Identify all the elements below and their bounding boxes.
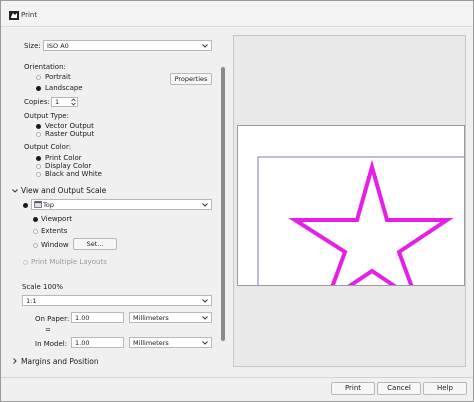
on-paper-label: On Paper: (35, 315, 70, 323)
window-title: Print (21, 11, 38, 19)
view-value: Top (43, 201, 54, 209)
print-color-label: Print Color (45, 154, 82, 162)
scale-label: Scale 100% (22, 283, 64, 291)
portrait-radio[interactable] (36, 75, 41, 80)
chevron-down-icon (202, 316, 208, 320)
vector-output-label: Vector Output (45, 122, 94, 130)
stepper-arrows-icon[interactable] (71, 98, 76, 106)
copies-value: 1 (55, 98, 60, 106)
landscape-radio[interactable] (36, 86, 41, 91)
set-window-button[interactable]: Set... (73, 238, 117, 250)
landscape-label: Landscape (45, 84, 83, 92)
orientation-label: Orientation: (24, 63, 66, 71)
in-model-value: 1.00 (75, 339, 90, 347)
settings-scrollbar[interactable] (221, 67, 225, 341)
scale-ratio-value: 1:1 (26, 297, 37, 305)
in-model-unit-value: Millimeters (133, 339, 169, 347)
raster-output-radio[interactable] (36, 132, 41, 137)
rhino-app-icon (9, 11, 19, 20)
extents-label: Extents (41, 227, 68, 235)
window-label: Window (41, 241, 69, 249)
copies-label: Copies: (24, 98, 50, 106)
section-collapse-icon[interactable] (12, 189, 18, 193)
preview-drawing (257, 156, 464, 285)
settings-panel: Size: ISO A0 Orientation: Portrait Lands… (1, 27, 229, 373)
size-value: ISO A0 (47, 42, 69, 50)
view-dropdown[interactable]: Top (31, 199, 212, 210)
display-color-radio[interactable] (36, 164, 41, 169)
copies-stepper[interactable]: 1 (51, 97, 78, 107)
black-white-label: Black and White (45, 170, 102, 178)
equals-sign: = (45, 326, 51, 334)
chevron-down-icon (202, 203, 208, 207)
viewport-radio[interactable] (33, 217, 38, 222)
window-radio[interactable] (33, 243, 38, 248)
chevron-down-icon (202, 341, 208, 345)
preview-paper (237, 125, 465, 286)
size-label: Size: (24, 42, 41, 50)
view-scale-header[interactable]: View and Output Scale (21, 186, 106, 195)
chevron-right-icon[interactable] (13, 358, 17, 364)
viewport-icon (34, 201, 42, 208)
portrait-label: Portrait (45, 73, 71, 81)
title-bar: Print (1, 1, 473, 27)
on-paper-input[interactable]: 1.00 (71, 312, 124, 323)
print-dialog: Print Size: ISO A0 Orientation: Portrait… (0, 0, 474, 402)
output-color-label: Output Color: (24, 143, 72, 151)
view-radio[interactable] (23, 203, 28, 208)
extents-radio[interactable] (33, 229, 38, 234)
properties-button[interactable]: Properties (170, 73, 212, 85)
on-paper-unit-dropdown[interactable]: Millimeters (129, 312, 212, 323)
on-paper-unit-value: Millimeters (133, 314, 169, 322)
raster-output-label: Raster Output (45, 130, 95, 138)
footer-divider (1, 377, 473, 378)
star-shape (288, 159, 454, 285)
scale-dropdown[interactable]: 1:1 (22, 295, 212, 306)
output-type-label: Output Type: (24, 112, 69, 120)
cancel-button[interactable]: Cancel (377, 382, 421, 395)
in-model-unit-dropdown[interactable]: Millimeters (129, 337, 212, 348)
print-color-radio[interactable] (36, 156, 41, 161)
help-button[interactable]: Help (423, 382, 467, 395)
in-model-label: In Model: (35, 340, 68, 348)
viewport-label: Viewport (41, 215, 72, 223)
display-color-label: Display Color (45, 162, 92, 170)
chevron-down-icon (202, 299, 208, 303)
in-model-input[interactable]: 1.00 (71, 337, 124, 348)
vector-output-radio[interactable] (36, 124, 41, 129)
chevron-down-icon (202, 44, 208, 48)
print-button[interactable]: Print (331, 382, 375, 395)
black-white-radio[interactable] (36, 172, 41, 177)
multiple-layouts-radio (23, 260, 28, 265)
on-paper-value: 1.00 (75, 314, 90, 322)
size-dropdown[interactable]: ISO A0 (43, 40, 212, 51)
margins-position-header[interactable]: Margins and Position (21, 357, 99, 366)
multiple-layouts-label: Print Multiple Layouts (31, 258, 107, 266)
